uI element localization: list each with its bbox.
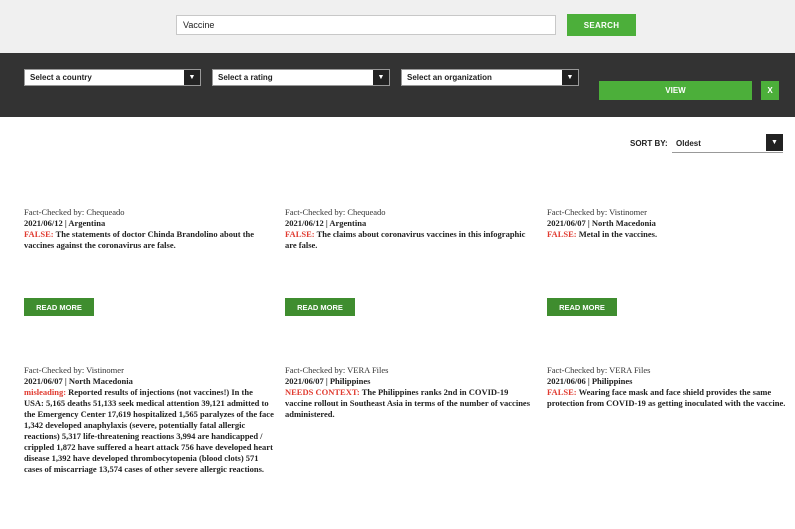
- card-claim-text: Wearing face mask and face shield provid…: [547, 387, 786, 408]
- sort-select-value: Oldest: [676, 139, 701, 148]
- rating-select[interactable]: Select a rating ▼: [212, 69, 390, 86]
- organization-select[interactable]: Select an organization ▼: [401, 69, 579, 86]
- card-date-country: 2021/06/12 | Argentina: [24, 218, 106, 228]
- card-rating: misleading:: [24, 387, 67, 397]
- card-checker: Fact-Checked by: Vistinomer: [547, 207, 647, 217]
- card-claim: FALSE: Metal in the vaccines.: [547, 229, 795, 240]
- card-checker: Fact-Checked by: Chequeado: [24, 207, 125, 217]
- country-select-label: Select a country: [30, 73, 92, 82]
- card-checker: Fact-Checked by: VERA Files: [547, 365, 651, 375]
- fact-check-card: Fact-Checked by: VERA Files 2021/06/07 |…: [285, 365, 535, 420]
- fact-check-card: Fact-Checked by: Vistinomer 2021/06/07 |…: [547, 207, 795, 240]
- card-claim-text: The statements of doctor Chinda Brandoli…: [24, 229, 255, 250]
- search-bar: SEARCH: [0, 0, 795, 53]
- search-input[interactable]: [176, 15, 556, 35]
- card-claim: misleading: Reported results of injectio…: [24, 387, 274, 475]
- card-checker: Fact-Checked by: VERA Files: [285, 365, 389, 375]
- chevron-down-icon: ▼: [184, 70, 200, 85]
- country-select[interactable]: Select a country ▼: [24, 69, 201, 86]
- fact-check-card: Fact-Checked by: Chequeado 2021/06/12 | …: [24, 207, 274, 251]
- read-more-button[interactable]: READ MORE: [285, 298, 355, 316]
- card-claim-text: Metal in the vaccines.: [578, 229, 658, 239]
- card-claim: FALSE: The statements of doctor Chinda B…: [24, 229, 274, 251]
- card-claim-text: Reported results of injections (not vacc…: [24, 387, 274, 474]
- rating-select-label: Select a rating: [218, 73, 273, 82]
- chevron-down-icon: ▼: [766, 134, 783, 151]
- fact-check-card: Fact-Checked by: Vistinomer 2021/06/07 |…: [24, 365, 274, 475]
- search-button[interactable]: SEARCH: [567, 14, 636, 36]
- filter-bar: Select a country ▼ Select a rating ▼ Sel…: [0, 53, 795, 117]
- clear-filters-button[interactable]: X: [761, 81, 779, 100]
- sort-select[interactable]: Oldest ▼: [672, 133, 783, 153]
- chevron-down-icon: ▼: [562, 70, 578, 85]
- view-button[interactable]: VIEW: [599, 81, 752, 100]
- card-date-country: 2021/06/07 | Philippines: [285, 376, 371, 386]
- card-rating: FALSE:: [547, 387, 577, 397]
- read-more-button[interactable]: READ MORE: [24, 298, 94, 316]
- card-checker: Fact-Checked by: Chequeado: [285, 207, 386, 217]
- fact-check-card: Fact-Checked by: VERA Files 2021/06/06 |…: [547, 365, 795, 409]
- card-claim: FALSE: The claims about coronavirus vacc…: [285, 229, 535, 251]
- card-rating: FALSE:: [24, 229, 54, 239]
- card-checker: Fact-Checked by: Vistinomer: [24, 365, 124, 375]
- card-date-country: 2021/06/07 | North Macedonia: [24, 376, 133, 386]
- card-rating: FALSE:: [547, 229, 577, 239]
- card-rating: FALSE:: [285, 229, 315, 239]
- card-date-country: 2021/06/06 | Philippines: [547, 376, 633, 386]
- organization-select-label: Select an organization: [407, 73, 492, 82]
- card-claim-text: The claims about coronavirus vaccines in…: [285, 229, 526, 250]
- card-claim: NEEDS CONTEXT: The Philippines ranks 2nd…: [285, 387, 535, 420]
- card-claim: FALSE: Wearing face mask and face shield…: [547, 387, 795, 409]
- read-more-button[interactable]: READ MORE: [547, 298, 617, 316]
- card-date-country: 2021/06/07 | North Macedonia: [547, 218, 656, 228]
- fact-check-card: Fact-Checked by: Chequeado 2021/06/12 | …: [285, 207, 535, 251]
- card-rating: NEEDS CONTEXT:: [285, 387, 360, 397]
- card-date-country: 2021/06/12 | Argentina: [285, 218, 367, 228]
- sort-by-label: SORT BY:: [630, 139, 668, 148]
- chevron-down-icon: ▼: [373, 70, 389, 85]
